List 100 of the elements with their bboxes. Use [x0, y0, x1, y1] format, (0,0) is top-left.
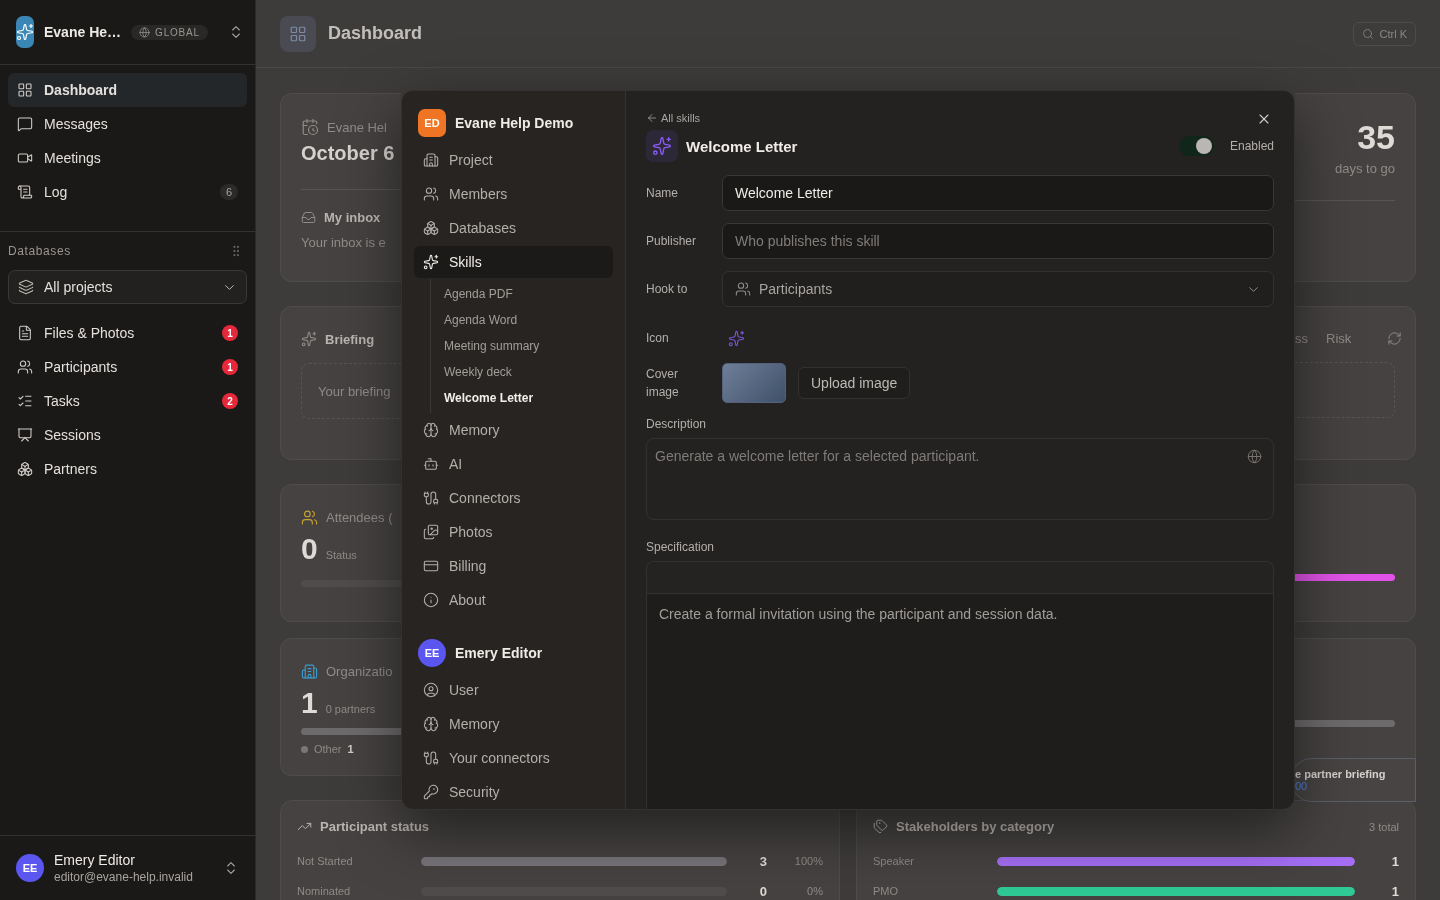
- total-label: 3 total: [1369, 820, 1399, 833]
- plug-icon: [423, 490, 439, 506]
- section-title: Databases: [8, 244, 71, 258]
- settings-nav-item[interactable]: Connectors: [414, 482, 613, 514]
- legend-dot: [301, 745, 308, 753]
- inbox-title: My inbox: [324, 210, 381, 225]
- text-field[interactable]: Welcome Letter: [722, 175, 1274, 211]
- skill-item[interactable]: Welcome Letter: [431, 385, 613, 411]
- card-title: Evane Hel: [327, 119, 387, 135]
- status-percent: 0%: [806, 885, 823, 897]
- enabled-toggle[interactable]: [1178, 136, 1214, 156]
- workspace-name: Evane He…: [44, 24, 122, 40]
- countdown-label: days to go: [1335, 161, 1395, 176]
- document-icon: [17, 325, 33, 341]
- user-avatar: EE: [16, 854, 44, 882]
- status-count: 3: [758, 853, 767, 869]
- nav-item[interactable]: Meetings: [8, 141, 247, 175]
- scroll-icon: [17, 184, 33, 200]
- partners-label: 0 partners: [325, 703, 376, 715]
- skill-item[interactable]: Agenda PDF: [431, 281, 613, 307]
- building-icon: [423, 152, 439, 168]
- settings-nav-item[interactable]: User: [414, 674, 613, 706]
- organization-count: 1: [301, 686, 318, 720]
- nav-item[interactable]: Tasks 2: [8, 384, 247, 418]
- skill-item[interactable]: Weekly deck: [431, 359, 613, 385]
- upload-button[interactable]: Upload image: [798, 367, 911, 399]
- sparkle-icon: [728, 329, 745, 347]
- description-field[interactable]: Generate a welcome letter for a selected participant.: [646, 438, 1274, 520]
- count-badge: 1: [222, 325, 238, 341]
- easel-icon: [17, 427, 33, 443]
- count-badge: 6: [219, 184, 238, 200]
- nav-item[interactable]: Participants 1: [8, 350, 247, 384]
- nav-item[interactable]: Sessions: [8, 418, 247, 452]
- settings-nav-item[interactable]: Your connectors: [414, 742, 613, 774]
- settings-nav-item[interactable]: Photos: [414, 516, 613, 548]
- arrow-left-icon: [646, 112, 658, 124]
- user-name: Emery Editor: [455, 645, 543, 661]
- card-title: Briefing: [325, 331, 375, 347]
- skill-item[interactable]: Meeting summary: [431, 333, 613, 359]
- legend-label: Other: [314, 743, 342, 755]
- section-label: Description: [646, 417, 708, 431]
- card-title: Organizatio: [326, 664, 393, 679]
- key-icon: [423, 784, 439, 800]
- sparkle-icon: [423, 254, 439, 270]
- settings-nav-item[interactable]: Project: [414, 144, 613, 176]
- brain-icon: [423, 422, 439, 438]
- layers-icon: [18, 279, 34, 295]
- category-count: 1: [1390, 853, 1399, 869]
- back-link[interactable]: All skills: [646, 109, 701, 127]
- attendee-count: 0: [301, 532, 318, 566]
- section-label: Specification: [646, 540, 716, 554]
- chat-icon: [17, 116, 33, 132]
- nav-item[interactable]: Messages: [8, 107, 247, 141]
- nav-item[interactable]: Files & Photos 1: [8, 316, 247, 350]
- field-label: Cover image: [646, 366, 680, 401]
- robot-icon: [423, 456, 439, 472]
- nav-item[interactable]: Partners: [8, 452, 247, 486]
- people-icon: [301, 509, 318, 526]
- page-title: Dashboard: [328, 23, 423, 44]
- settings-nav-item[interactable]: Memory: [414, 414, 613, 446]
- settings-nav-item[interactable]: Billing: [414, 550, 613, 582]
- sparkle-icon: [301, 331, 317, 347]
- user-email: editor@evane-help.invalid: [54, 870, 194, 884]
- settings-nav-item[interactable]: Databases: [414, 212, 613, 244]
- org-avatar: ED: [418, 109, 446, 137]
- hook-select[interactable]: Participants: [722, 271, 1274, 307]
- nav-item[interactable]: Dashboard: [8, 73, 247, 107]
- card-title: Attendees (: [326, 510, 393, 525]
- settings-nav-item[interactable]: Members: [414, 178, 613, 210]
- user-avatar: EE: [418, 639, 446, 667]
- skill-item[interactable]: Agenda Word: [431, 307, 613, 333]
- category-label: PMO: [873, 885, 900, 897]
- settings-nav-item[interactable]: Skills: [414, 246, 613, 278]
- refresh-icon: [1387, 331, 1403, 346]
- toast-text: e partner briefing: [1295, 768, 1387, 780]
- nav-item[interactable]: Log 6: [8, 175, 247, 209]
- count-badge: 1: [222, 359, 238, 375]
- boxes-icon: [423, 220, 439, 236]
- event-date: October 6: [301, 142, 396, 165]
- briefing-field[interactable]: [1295, 362, 1395, 418]
- settings-nav-item[interactable]: Memory: [414, 708, 613, 740]
- settings-nav-item[interactable]: AI: [414, 448, 613, 480]
- settings-nav-item[interactable]: About: [414, 584, 613, 616]
- images-icon: [423, 524, 439, 540]
- card-title: Stakeholders by category: [896, 819, 1055, 834]
- checklist-icon: [17, 393, 33, 409]
- specification-field[interactable]: Create a formal invitation using the participant and session data.: [647, 594, 1273, 809]
- field-label: Hook to: [646, 281, 689, 298]
- globe-icon: [139, 26, 151, 38]
- toggle-label: Enabled: [1229, 139, 1274, 153]
- text-field[interactable]: Who publishes this skill: [722, 223, 1274, 259]
- info-icon: [423, 592, 439, 608]
- tag-icon: [873, 819, 888, 834]
- settings-nav-item[interactable]: Security: [414, 776, 613, 808]
- video-icon: [17, 150, 33, 166]
- project-select[interactable]: All projects: [8, 270, 247, 304]
- people-icon: [735, 281, 751, 297]
- sparkle-icon: [16, 23, 34, 41]
- status-label: Nominated: [297, 885, 352, 897]
- field-label: Icon: [646, 330, 670, 347]
